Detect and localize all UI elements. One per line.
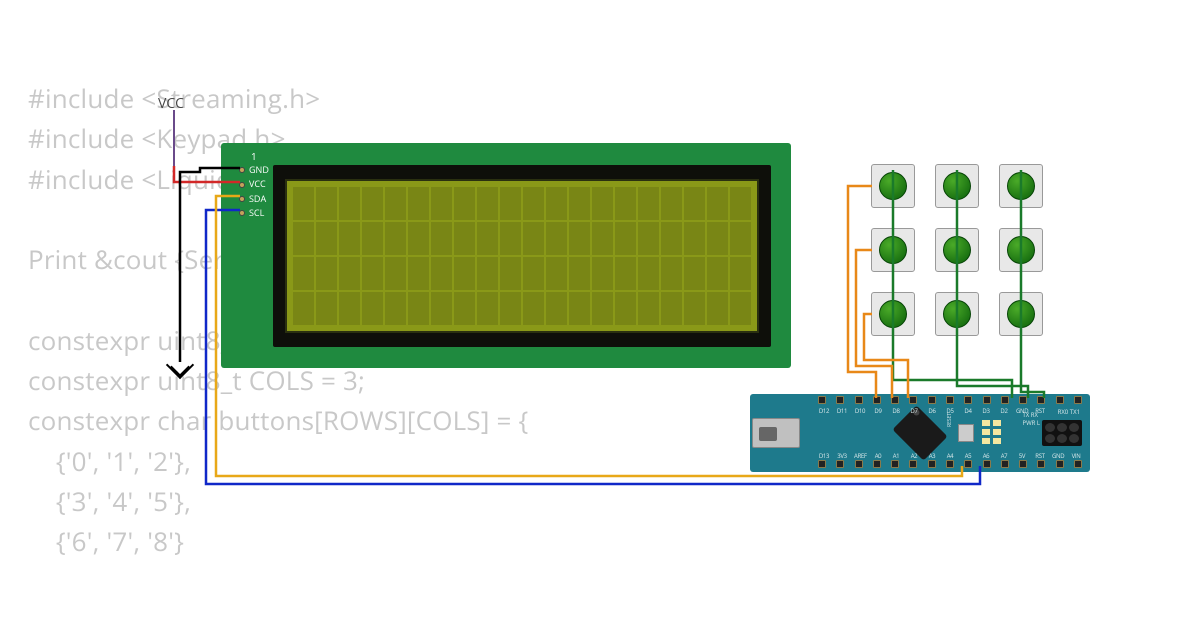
key-0[interactable] [871,164,915,208]
nano-usb-port [752,418,800,448]
key-6[interactable] [871,292,915,336]
lcd-pin1-label: 1 [251,149,257,163]
lcd-character-grid [293,187,751,325]
arduino-nano[interactable]: RESET TX RX PWR L D12D11D10D9D8D7D6D5D4D… [750,394,1090,472]
nano-pins-bot [818,460,1082,470]
nano-labels-bot: D133V3AREFA0A1A2A3A4A5A6A75VRSTGNDVIN [818,452,1082,460]
key-5[interactable] [999,228,1043,272]
nano-pins-top [818,396,1082,406]
nano-rxtx-label: RX0 TX1 [1058,408,1080,416]
key-2[interactable] [999,164,1043,208]
lcd-module[interactable]: 1 GND VCC SDA SCL [221,143,791,368]
key-7[interactable] [935,292,979,336]
key-4[interactable] [935,228,979,272]
lcd-pin-header: GND VCC SDA SCL [239,163,269,221]
key-3[interactable] [871,228,915,272]
nano-reset-button[interactable] [958,424,974,442]
vcc-label: VCC [158,94,184,113]
key-8[interactable] [999,292,1043,336]
nano-labels-top: D12D11D10D9D8D7D6D5D4D3D2GNDRST [818,407,1082,415]
nano-status-leds [982,420,1001,444]
lcd-screen [285,179,759,333]
key-1[interactable] [935,164,979,208]
keypad-3x3 [871,164,1043,336]
lcd-bezel [273,165,771,347]
nano-icsp-header [1042,420,1082,446]
